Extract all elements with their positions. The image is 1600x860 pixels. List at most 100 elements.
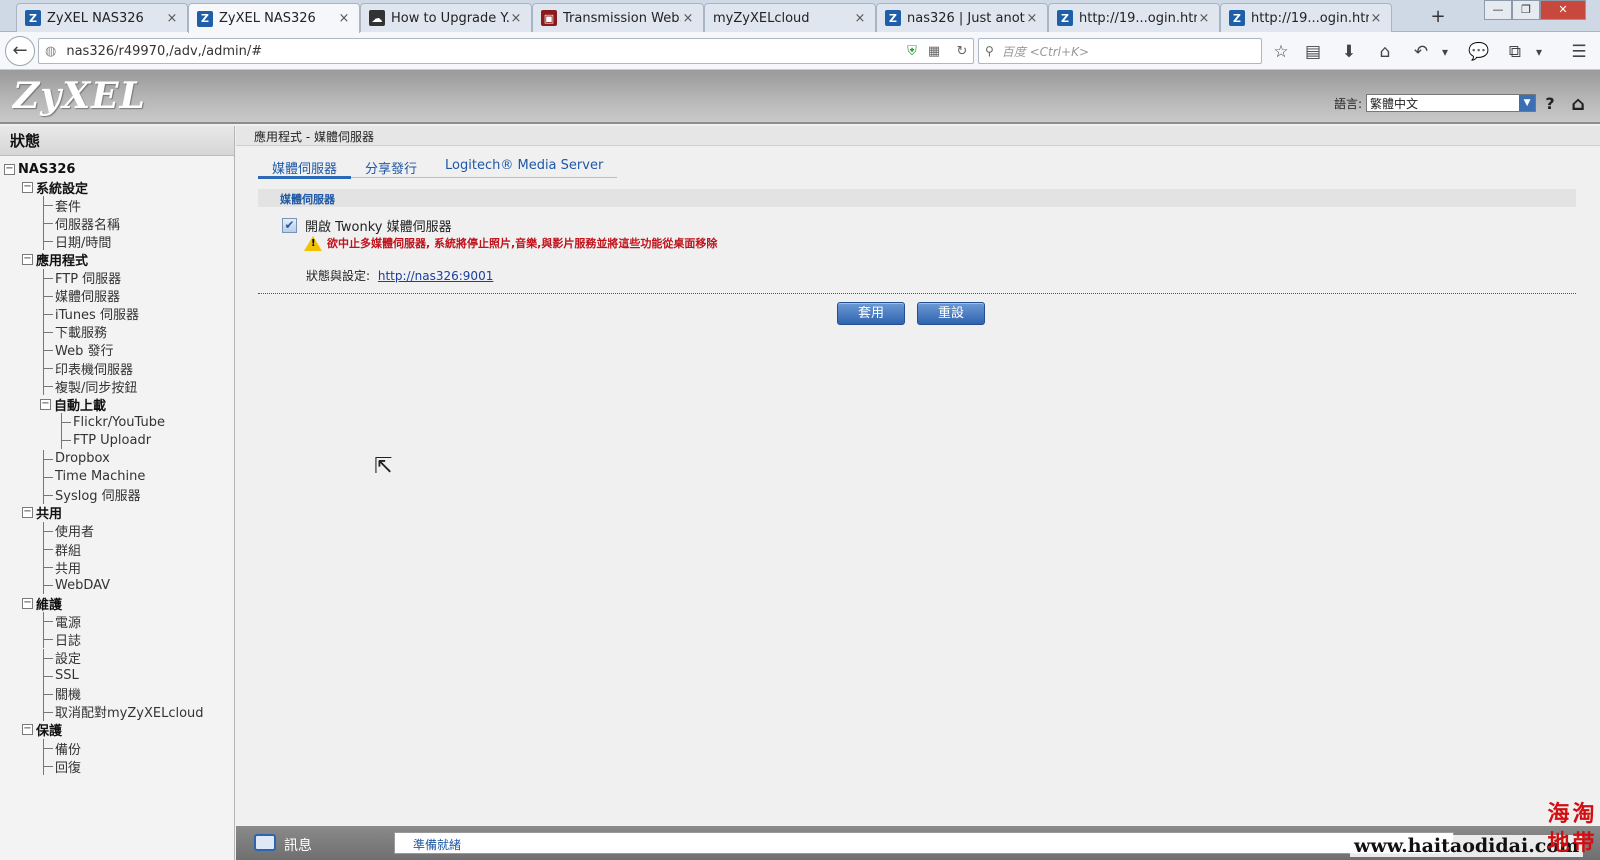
sidebar-item[interactable]: 取消配對myZyXELcloud <box>0 702 234 721</box>
collapse-toggle-icon[interactable]: − <box>22 597 33 609</box>
maximize-window-button[interactable]: ❐ <box>1512 0 1540 20</box>
crop-dropdown-icon[interactable]: ▾ <box>1528 41 1550 63</box>
tree-branch-line <box>40 576 54 595</box>
sidebar-item[interactable]: Dropbox <box>0 449 234 468</box>
browser-tab[interactable]: Z ZyXEL NAS326 × <box>16 3 188 32</box>
sidebar-item[interactable]: 複製/同步按鈕 <box>0 377 234 396</box>
sidebar-item[interactable]: − 保護 <box>0 721 234 739</box>
close-icon[interactable]: × <box>509 11 523 26</box>
sidebar-item-label: 電源 <box>55 615 82 631</box>
browser-tab[interactable]: myZyXELcloud × <box>704 3 876 32</box>
qr-code-icon[interactable]: ▦ <box>923 44 945 59</box>
browser-tab[interactable]: Zhttp://19...ogin.html × <box>1048 3 1220 32</box>
collapse-toggle-icon[interactable]: − <box>22 254 33 266</box>
shield-icon[interactable]: ⛨ <box>901 44 923 59</box>
sidebar-item[interactable]: FTP 伺服器 <box>0 268 234 287</box>
page-tab[interactable]: 媒體伺服器 <box>258 156 352 179</box>
watermark-logo-char: 带 <box>1572 830 1595 856</box>
browser-tab[interactable]: Z ZyXEL NAS326 × <box>188 3 360 33</box>
sidebar-item[interactable]: 下載服務 <box>0 322 234 341</box>
sidebar-item[interactable]: − 維護 <box>0 594 234 613</box>
sidebar-item[interactable]: 日期/時間 <box>0 232 234 251</box>
apply-button[interactable]: 套用 <box>837 302 905 325</box>
sidebar-item[interactable]: − 應用程式 <box>0 250 234 269</box>
message-icon[interactable] <box>254 834 276 851</box>
sidebar-item[interactable]: − 系統設定 <box>0 178 234 197</box>
close-icon[interactable]: × <box>681 11 695 26</box>
sidebar-item[interactable]: 電源 <box>0 612 234 631</box>
zyxel-icon: Z <box>197 10 213 27</box>
sidebar-item[interactable]: 群組 <box>0 540 234 559</box>
sidebar-item[interactable]: 媒體伺服器 <box>0 286 234 305</box>
browser-tab[interactable]: Znas326 | Just anot... × <box>876 3 1048 32</box>
sidebar-item-label: Time Machine <box>55 469 146 485</box>
sidebar-item[interactable]: 使用者 <box>0 521 234 540</box>
sidebar-item[interactable]: − 共用 <box>0 504 234 522</box>
reading-list-icon[interactable]: ▤ <box>1302 41 1324 63</box>
home-icon[interactable]: ⌂ <box>1568 94 1588 114</box>
status-settings-link[interactable]: http://nas326:9001 <box>378 269 493 283</box>
crop-icon[interactable]: ⧉ <box>1504 41 1526 63</box>
sidebar-item[interactable]: 印表機伺服器 <box>0 359 234 378</box>
undo-icon[interactable]: ↶ <box>1410 41 1432 63</box>
sidebar-item[interactable]: 共用 <box>0 558 234 577</box>
sidebar-item[interactable]: 關機 <box>0 684 234 703</box>
close-window-button[interactable]: ✕ <box>1540 0 1586 20</box>
sidebar-item[interactable]: − NAS326 <box>0 160 234 178</box>
close-icon[interactable]: × <box>1025 11 1039 26</box>
menu-icon[interactable]: ☰ <box>1568 41 1590 63</box>
help-icon[interactable]: ? <box>1540 94 1560 114</box>
sidebar-item[interactable]: 日誌 <box>0 630 234 649</box>
sidebar-item[interactable]: − 自動上載 <box>0 395 234 414</box>
url-text[interactable]: nas326/r49970,/adv,/admin/# <box>66 44 901 59</box>
browser-tab[interactable]: ▣ Transmission Web... × <box>532 3 704 32</box>
collapse-toggle-icon[interactable]: − <box>22 507 33 519</box>
reset-button[interactable]: 重設 <box>917 302 985 325</box>
sidebar-item[interactable]: 設定 <box>0 648 234 667</box>
address-bar[interactable]: ◍ nas326/r49970,/adv,/admin/# ⛨ ▦ ↻ <box>38 38 974 64</box>
sidebar-item[interactable]: WebDAV <box>0 576 234 595</box>
collapse-toggle-icon[interactable]: − <box>22 181 33 193</box>
collapse-toggle-icon[interactable]: − <box>4 163 15 175</box>
browser-tab[interactable]: Zhttp://19...ogin.html × <box>1220 3 1392 32</box>
collapse-toggle-icon[interactable]: − <box>40 398 51 410</box>
status-bar-label[interactable]: 訊息 <box>284 835 312 855</box>
section-title: 媒體伺服器 <box>258 189 1576 207</box>
back-button[interactable]: ← <box>5 36 35 66</box>
language-dropdown[interactable]: 繁體中文 ▼ <box>1366 94 1537 112</box>
refresh-icon[interactable]: ↻ <box>951 44 973 59</box>
sidebar-item[interactable]: Time Machine <box>0 467 234 486</box>
browser-tab[interactable]: ☁ How to Upgrade Y... × <box>360 3 532 32</box>
zyxel-icon: Z <box>25 10 41 26</box>
close-icon[interactable]: × <box>165 11 179 26</box>
sidebar-item[interactable]: iTunes 伺服器 <box>0 304 234 323</box>
close-icon[interactable]: × <box>1197 11 1211 26</box>
chat-icon[interactable]: 💬 <box>1468 41 1490 63</box>
enable-twonky-checkbox[interactable]: ✔ <box>282 218 297 233</box>
download-icon[interactable]: ⬇ <box>1338 41 1360 63</box>
close-icon[interactable]: × <box>337 11 351 26</box>
sidebar-title-status[interactable]: 狀態 <box>0 126 234 156</box>
sidebar-item[interactable]: Syslog 伺服器 <box>0 485 234 504</box>
home-icon[interactable]: ⌂ <box>1374 41 1396 63</box>
sidebar-item[interactable]: Web 發行 <box>0 340 234 359</box>
search-input[interactable]: ⚲ 百度 <Ctrl+K> <box>978 38 1262 64</box>
sidebar-item[interactable]: 伺服器名稱 <box>0 214 234 233</box>
sidebar-item[interactable]: Flickr/YouTube <box>0 413 234 432</box>
minimize-window-button[interactable]: — <box>1484 0 1512 20</box>
page-tab[interactable]: Logitech® Media Server <box>431 156 617 177</box>
chevron-down-icon[interactable]: ▼ <box>1519 95 1536 111</box>
sidebar-item[interactable]: SSL <box>0 666 234 685</box>
undo-dropdown-icon[interactable]: ▾ <box>1434 41 1456 63</box>
new-tab-button[interactable]: + <box>1426 6 1450 28</box>
sidebar-item-label: 日誌 <box>55 633 82 649</box>
sidebar-item[interactable]: FTP Uploadr <box>0 431 234 450</box>
close-icon[interactable]: × <box>1369 11 1383 26</box>
sidebar-item[interactable]: 回復 <box>0 757 234 776</box>
sidebar-item[interactable]: 備份 <box>0 739 234 758</box>
bookmark-star-icon[interactable]: ☆ <box>1270 41 1292 63</box>
sidebar-item[interactable]: 套件 <box>0 196 234 215</box>
collapse-toggle-icon[interactable]: − <box>22 724 33 736</box>
close-icon[interactable]: × <box>853 11 867 26</box>
page-tab[interactable]: 分享發行 <box>351 156 431 177</box>
